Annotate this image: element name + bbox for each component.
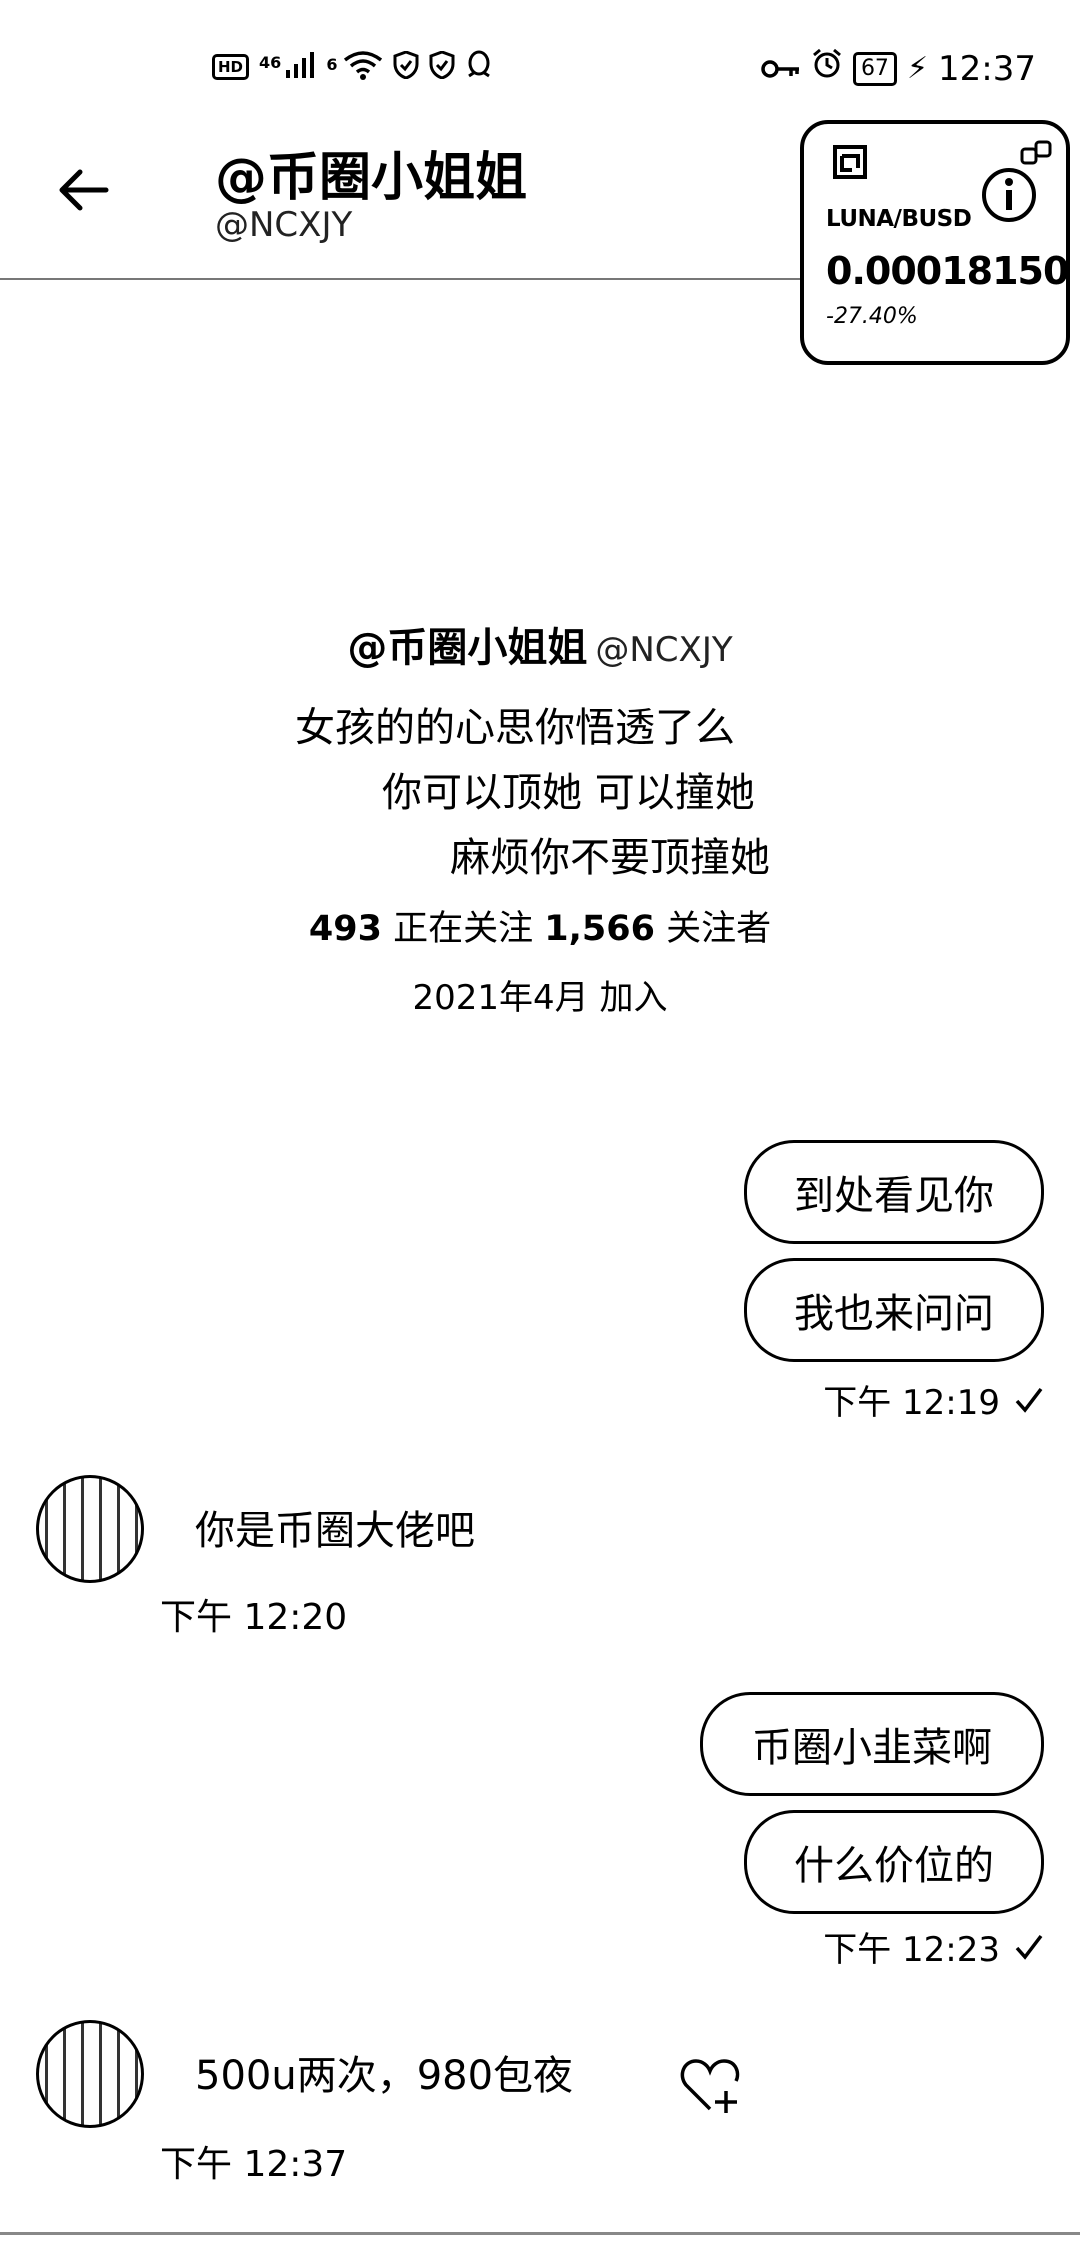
following-label: 正在关注 (393, 909, 534, 949)
profile-bio-line: 麻烦你不要顶撞她 (450, 835, 770, 881)
price-ticker-widget[interactable]: LUNA/BUSD 0.00018150 -27.40% (800, 120, 1070, 365)
status-right-icons: 67 ⚡ 12:37 (761, 48, 1036, 89)
profile-name-row: @币圈小姐姐 @NCXJY (0, 615, 1080, 673)
message-timestamp: 下午 12:20 (160, 1597, 348, 1638)
shield-icon (429, 50, 455, 83)
alarm-icon (811, 48, 843, 89)
message-timestamp: 下午 12:19 (823, 1375, 1044, 1424)
incoming-message[interactable]: 500u两次，980包夜 (195, 2043, 573, 2101)
ticker-change: -27.40% (826, 304, 918, 329)
outgoing-message-bubble[interactable]: 到处看见你 (744, 1140, 1044, 1244)
wifi-label: 6 (326, 55, 338, 74)
status-left-icons: HD 46 6 (212, 50, 493, 84)
key-icon (761, 49, 801, 89)
cell-signal-icon: 46 (259, 52, 316, 82)
outgoing-message-bubble[interactable]: 我也来问问 (744, 1258, 1044, 1362)
header-title: @币圈小姐姐 (215, 148, 528, 208)
outgoing-message-bubble[interactable]: 币圈小韭菜啊 (700, 1692, 1044, 1796)
battery-icon: 67 (852, 51, 897, 86)
profile-bio-line: 女孩的的心思你悟透了么 (295, 705, 735, 751)
following-count: 493 (308, 909, 382, 949)
charging-icon: ⚡ (906, 51, 929, 86)
sent-check-icon (1015, 1387, 1043, 1413)
info-icon[interactable] (980, 166, 1038, 224)
hd-icon: HD (212, 54, 250, 80)
avatar[interactable] (36, 2020, 144, 2128)
followers-count: 1,566 (544, 909, 655, 949)
header-handle: @NCXJY (215, 205, 353, 245)
incoming-message[interactable]: 你是币圈大佬吧 (195, 1498, 475, 1556)
timestamp-text: 下午 12:23 (823, 1930, 1000, 1970)
network-label: 46 (259, 53, 282, 72)
message-timestamp: 下午 12:23 (823, 1922, 1044, 1971)
ticker-pair: LUNA/BUSD (826, 206, 972, 232)
back-button[interactable] (52, 160, 112, 220)
profile-joined-date: 2021年4月 加入 (412, 978, 668, 1018)
shield-icon (393, 50, 419, 83)
add-reaction-heart-icon[interactable] (678, 2055, 742, 2119)
sent-check-icon (1015, 1934, 1043, 1960)
timestamp-text: 下午 12:19 (823, 1383, 1000, 1423)
avatar[interactable] (36, 1475, 144, 1583)
profile-handle: @NCXJY (595, 630, 733, 670)
outgoing-message-bubble[interactable]: 什么价位的 (744, 1810, 1044, 1914)
wifi-icon: 6 (326, 50, 382, 84)
following-link[interactable]: 493 正在关注 (309, 909, 533, 949)
followers-label: 关注者 (666, 909, 772, 949)
header-divider (0, 278, 800, 280)
back-arrow-icon (59, 169, 109, 211)
ticker-price: 0.00018150 (826, 249, 1069, 293)
status-time: 12:37 (938, 48, 1036, 89)
message-timestamp: 下午 12:37 (160, 2144, 348, 2185)
profile-bio-line: 你可以顶她 可以撞她 (382, 770, 755, 816)
profile-name: @币圈小姐姐 (347, 625, 588, 671)
followers-link[interactable]: 1,566 关注者 (544, 909, 771, 949)
exchange-logo-icon (833, 145, 867, 179)
composer-divider (0, 2232, 1080, 2235)
profile-stats: 493 正在关注 1,566 关注者 (0, 900, 1080, 951)
status-bar: HD 46 6 67 ⚡ 12:37 (0, 0, 1080, 140)
qq-icon (465, 50, 493, 84)
